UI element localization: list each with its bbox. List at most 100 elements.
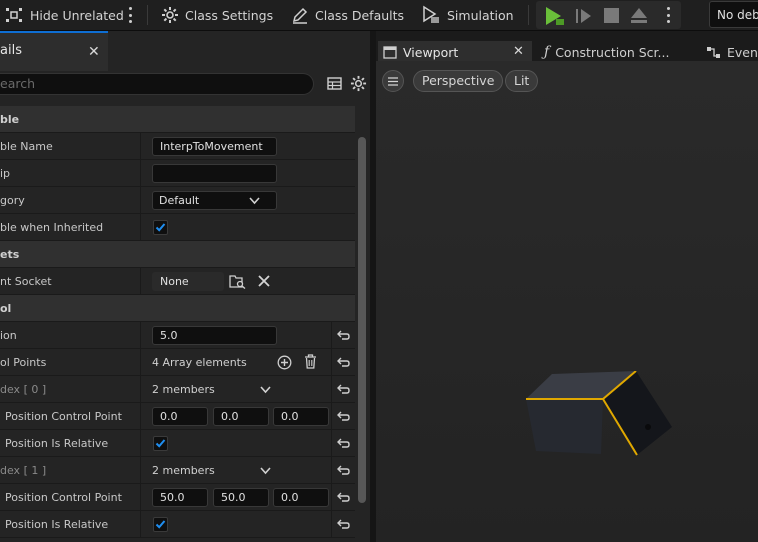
details-panel: ails ✕ earch ble ble Name InterpToMoveme… bbox=[0, 31, 370, 542]
eject-icon[interactable] bbox=[630, 7, 648, 24]
reset-to-default-icon[interactable] bbox=[336, 328, 350, 342]
section-label: ol bbox=[0, 302, 12, 315]
column-divider bbox=[140, 376, 141, 402]
stop-icon[interactable] bbox=[604, 8, 619, 23]
reset-to-default-icon[interactable] bbox=[336, 436, 350, 450]
editable-when-inherited-checkbox[interactable] bbox=[153, 220, 168, 235]
hamburger-icon bbox=[388, 77, 398, 86]
property-label: ion bbox=[0, 329, 17, 342]
tab-event-label: Event bbox=[727, 44, 758, 60]
main-toolbar: Hide Unrelated Class Settings Class Defa… bbox=[0, 0, 758, 31]
property-row-index-0: dex [ 0 ] 2 members bbox=[0, 376, 355, 403]
vector-z-input[interactable]: 0.0 bbox=[273, 407, 329, 426]
property-label: dex [ 0 ] bbox=[0, 383, 47, 396]
property-label: gory bbox=[0, 194, 25, 207]
class-defaults-button[interactable]: Class Defaults bbox=[291, 0, 404, 30]
debug-filter-dropdown[interactable]: No debug bbox=[709, 1, 758, 28]
details-tab[interactable]: ails ✕ bbox=[0, 31, 108, 71]
viewport-scene[interactable]: Perspective Lit bbox=[376, 61, 758, 542]
property-label: nt Socket bbox=[0, 275, 52, 288]
checkmark-icon bbox=[155, 439, 166, 448]
kebab-menu-icon[interactable] bbox=[128, 7, 132, 23]
play-icon[interactable] bbox=[543, 5, 565, 27]
property-label: Position Is Relative bbox=[5, 437, 109, 450]
details-search-input[interactable]: earch bbox=[0, 73, 314, 95]
column-divider bbox=[140, 511, 141, 537]
section-header-variable[interactable]: ble bbox=[0, 106, 355, 133]
trash-icon[interactable] bbox=[304, 354, 317, 369]
column-divider bbox=[140, 214, 141, 240]
selected-cube-mesh[interactable] bbox=[516, 371, 676, 491]
column-divider bbox=[331, 484, 332, 510]
property-row-duration: ion 5.0 bbox=[0, 322, 355, 349]
vector-z-input[interactable]: 0.0 bbox=[273, 488, 329, 507]
category-value: Default bbox=[159, 194, 200, 207]
section-label: ble bbox=[0, 113, 20, 126]
viewport-options-button[interactable] bbox=[382, 70, 404, 92]
simulation-button[interactable]: Simulation bbox=[421, 0, 514, 30]
reset-to-default-icon[interactable] bbox=[336, 490, 350, 504]
simulation-icon bbox=[423, 5, 439, 23]
frame-advance-icon[interactable] bbox=[575, 7, 593, 25]
position-is-relative-checkbox[interactable] bbox=[153, 517, 168, 532]
column-divider bbox=[140, 484, 141, 510]
reset-to-default-icon[interactable] bbox=[336, 463, 350, 477]
tab-construction-label: Construction Scr... bbox=[555, 44, 670, 60]
browse-socket-icon[interactable] bbox=[229, 274, 246, 289]
duration-input[interactable]: 5.0 bbox=[152, 326, 277, 345]
reset-to-default-icon[interactable] bbox=[336, 409, 350, 423]
column-divider bbox=[140, 457, 141, 483]
lit-mode-button[interactable]: Lit bbox=[505, 70, 539, 92]
parent-socket-field[interactable]: None bbox=[152, 272, 224, 291]
close-icon[interactable]: ✕ bbox=[513, 45, 524, 59]
details-tab-title: ails bbox=[0, 43, 22, 58]
reset-to-default-icon[interactable] bbox=[336, 355, 350, 369]
table-view-icon[interactable] bbox=[327, 76, 342, 91]
reset-to-default-icon[interactable] bbox=[336, 382, 350, 396]
tooltip-input[interactable] bbox=[152, 164, 277, 183]
close-icon[interactable]: ✕ bbox=[88, 45, 100, 59]
toolbar-divider bbox=[147, 5, 148, 25]
play-options-kebab-icon[interactable] bbox=[666, 7, 670, 23]
property-row-tooltip: ip bbox=[0, 160, 355, 187]
vector-y-input[interactable]: 50.0 bbox=[213, 488, 269, 507]
vector-x-input[interactable]: 0.0 bbox=[152, 407, 208, 426]
vector-x-input[interactable]: 50.0 bbox=[152, 488, 208, 507]
section-header-control[interactable]: ol bbox=[0, 295, 355, 322]
gear-icon bbox=[162, 7, 178, 23]
property-row-position-control-point: Position Control Point 0.0 0.0 0.0 bbox=[0, 403, 355, 430]
property-row-control-points: ol Points 4 Array elements bbox=[0, 349, 355, 376]
variable-name-input[interactable]: InterpToMovement bbox=[152, 137, 277, 156]
class-settings-button[interactable]: Class Settings bbox=[161, 0, 273, 30]
category-dropdown[interactable]: Default bbox=[152, 191, 277, 210]
tab-viewport[interactable]: Viewport ✕ bbox=[378, 41, 532, 63]
hide-unrelated-icon bbox=[6, 8, 22, 22]
viewport-tab-bar: Viewport ✕ ƒ Construction Scr... Event bbox=[376, 41, 758, 63]
reset-to-default-icon[interactable] bbox=[336, 517, 350, 531]
column-divider bbox=[140, 268, 141, 294]
checkmark-icon bbox=[155, 223, 166, 232]
details-scrollbar[interactable] bbox=[358, 137, 366, 503]
property-label: Position Is Relative bbox=[5, 518, 109, 531]
hide-unrelated-button[interactable]: Hide Unrelated bbox=[4, 0, 124, 30]
hide-unrelated-label: Hide Unrelated bbox=[30, 7, 124, 23]
pencil-icon bbox=[292, 7, 308, 24]
search-placeholder: earch bbox=[0, 76, 36, 91]
perspective-button[interactable]: Perspective bbox=[413, 70, 504, 92]
tab-construction-script[interactable]: ƒ Construction Scr... bbox=[544, 41, 669, 63]
section-header-sockets[interactable]: ets bbox=[0, 241, 355, 268]
add-element-icon[interactable] bbox=[277, 355, 292, 370]
settings-gear-icon[interactable] bbox=[350, 75, 367, 92]
members-count: 2 members bbox=[152, 464, 215, 477]
tab-event-graph[interactable]: Event bbox=[707, 41, 758, 63]
chevron-down-icon[interactable] bbox=[260, 467, 271, 475]
simulation-label: Simulation bbox=[447, 7, 514, 23]
property-row-category: gory Default bbox=[0, 187, 355, 214]
column-divider bbox=[140, 349, 141, 375]
column-divider bbox=[331, 430, 332, 456]
toolbar-divider bbox=[528, 5, 529, 25]
vector-y-input[interactable]: 0.0 bbox=[213, 407, 269, 426]
position-is-relative-checkbox[interactable] bbox=[153, 436, 168, 451]
clear-icon[interactable] bbox=[258, 275, 270, 287]
chevron-down-icon[interactable] bbox=[260, 386, 271, 394]
